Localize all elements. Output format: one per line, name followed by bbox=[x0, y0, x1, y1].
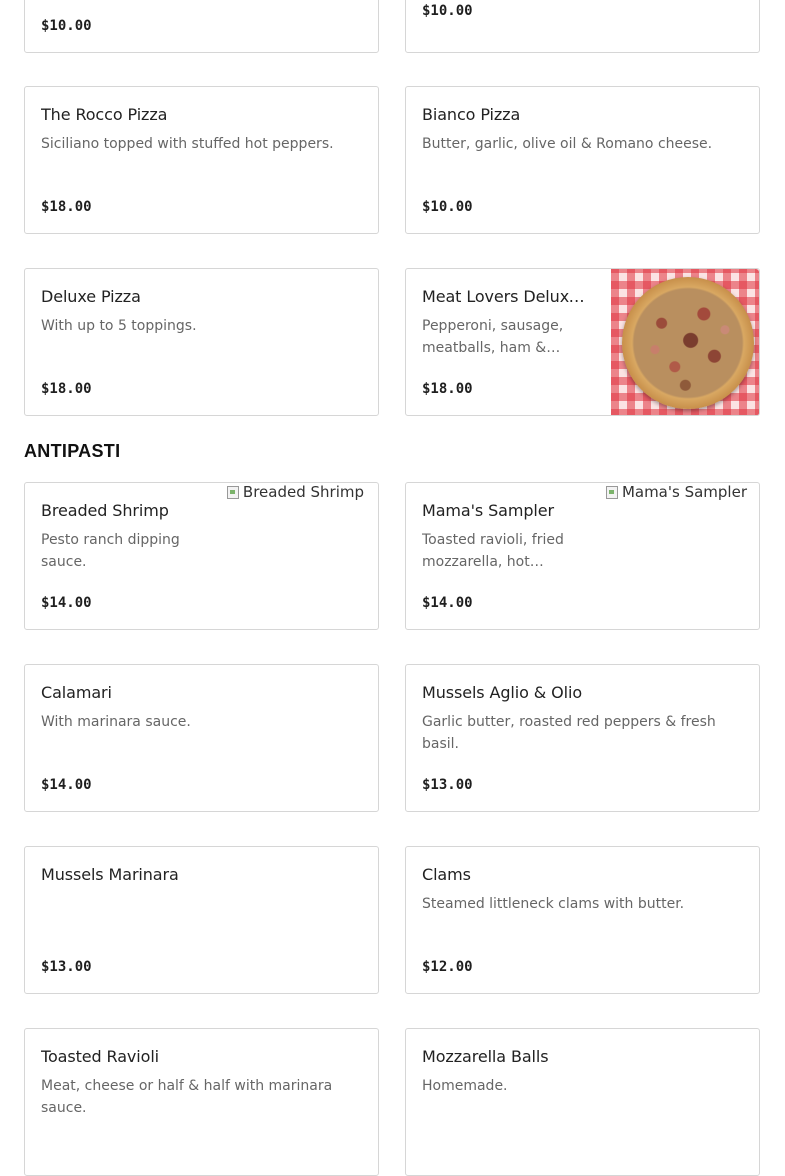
pizza-photo bbox=[611, 269, 759, 415]
item-description: Siciliano topped with stuffed hot pepper… bbox=[41, 136, 334, 152]
item-price: $14.00 bbox=[41, 595, 92, 611]
item-price: $14.00 bbox=[41, 777, 92, 793]
broken-image-icon bbox=[604, 484, 620, 500]
image-alt-text: Breaded Shrimp bbox=[242, 483, 364, 501]
item-description: Butter, garlic, olive oil & Romano chees… bbox=[422, 136, 713, 152]
item-price: $10.00 bbox=[422, 3, 473, 19]
menu-item-card[interactable]: Bianco Pizza Butter, garlic, olive oil &… bbox=[405, 86, 760, 234]
menu-item-card[interactable]: Mozzarella Balls Homemade. bbox=[405, 1028, 760, 1176]
item-price: $14.00 bbox=[422, 595, 473, 611]
item-price: $10.00 bbox=[41, 18, 92, 34]
item-description: Toasted ravioli, fried mozzarella, hot p… bbox=[422, 532, 564, 570]
item-description: Meat, cheese or half & half with marinar… bbox=[41, 1078, 333, 1116]
menu-item-card[interactable]: Clams Steamed littleneck clams with butt… bbox=[405, 846, 760, 994]
pizza-image bbox=[622, 277, 754, 409]
item-price: $12.00 bbox=[422, 959, 473, 975]
menu-item-card[interactable]: Breaded Shrimp Pesto ranch dipping sauce… bbox=[24, 482, 379, 630]
item-name: Mussels Marinara bbox=[41, 865, 179, 884]
item-name: Mama's Sampler bbox=[422, 501, 554, 520]
item-price: $18.00 bbox=[41, 381, 92, 397]
item-description: With marinara sauce. bbox=[41, 714, 191, 730]
item-name: Mozzarella Balls bbox=[422, 1047, 549, 1066]
item-name: Meat Lovers Deluxe… bbox=[422, 287, 592, 306]
item-description: With up to 5 toppings. bbox=[41, 318, 197, 334]
item-description: Garlic butter, roasted red peppers & fre… bbox=[422, 714, 716, 752]
item-description: Steamed littleneck clams with butter. bbox=[422, 896, 685, 912]
item-name: Bianco Pizza bbox=[422, 105, 521, 124]
menu-item-card[interactable]: Mussels Aglio & Olio Garlic butter, roas… bbox=[405, 664, 760, 812]
menu-item-card[interactable]: Mussels Marinara $13.00 bbox=[24, 846, 379, 994]
section-heading: ANTIPASTI bbox=[24, 441, 121, 461]
item-name: Deluxe Pizza bbox=[41, 287, 141, 306]
item-price: $18.00 bbox=[422, 381, 473, 397]
item-description: Homemade. bbox=[422, 1078, 508, 1094]
image-alt-text: Mama's Sampler bbox=[621, 483, 747, 501]
menu-item-card[interactable]: Mama's Sampler Toasted ravioli, fried mo… bbox=[405, 482, 760, 630]
item-name: Breaded Shrimp bbox=[41, 501, 169, 520]
item-name: The Rocco Pizza bbox=[41, 105, 168, 124]
menu-item-card[interactable]: Calamari With marinara sauce. $14.00 bbox=[24, 664, 379, 812]
menu-item-card[interactable]: The Rocco Pizza Siciliano topped with st… bbox=[24, 86, 379, 234]
item-price: $10.00 bbox=[422, 199, 473, 215]
menu-item-card[interactable]: Meat Lovers Deluxe… Pepperoni, sausage, … bbox=[405, 268, 760, 416]
menu-item-card[interactable]: $10.00 bbox=[405, 0, 760, 53]
item-description: Pepperoni, sausage, meatballs, ham & bac… bbox=[422, 318, 564, 356]
item-name: Calamari bbox=[41, 683, 112, 702]
menu-item-card[interactable]: $10.00 bbox=[24, 0, 379, 53]
item-name: Clams bbox=[422, 865, 471, 884]
item-price: $13.00 bbox=[41, 959, 92, 975]
broken-image: Breaded Shrimp bbox=[225, 483, 364, 501]
broken-image-icon bbox=[225, 484, 241, 500]
item-price: $13.00 bbox=[422, 777, 473, 793]
item-name: Toasted Ravioli bbox=[41, 1047, 160, 1066]
item-price: $18.00 bbox=[41, 199, 92, 215]
broken-image: Mama's Sampler bbox=[604, 483, 747, 501]
menu-item-card[interactable]: Deluxe Pizza With up to 5 toppings. $18.… bbox=[24, 268, 379, 416]
item-name: Mussels Aglio & Olio bbox=[422, 683, 583, 702]
menu-item-card[interactable]: Toasted Ravioli Meat, cheese or half & h… bbox=[24, 1028, 379, 1176]
item-description: Pesto ranch dipping sauce. bbox=[41, 532, 180, 570]
